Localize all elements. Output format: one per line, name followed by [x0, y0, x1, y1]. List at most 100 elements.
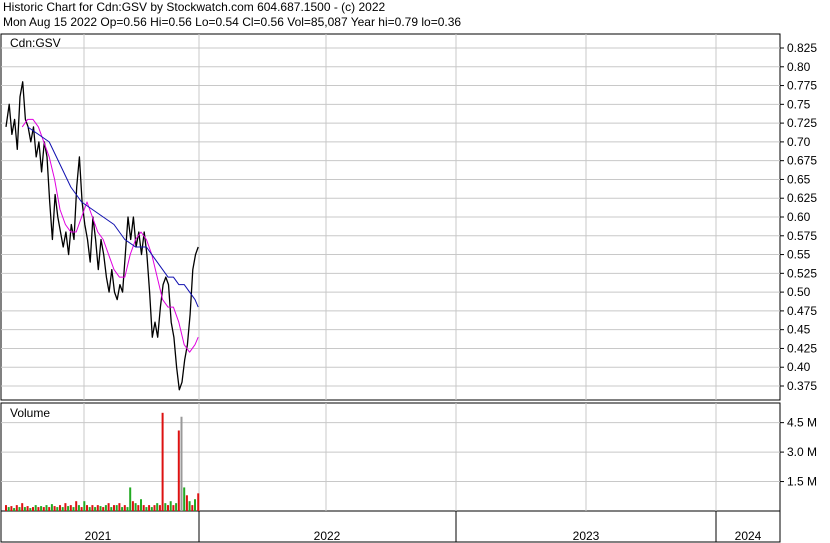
volume-bar	[167, 505, 169, 511]
volume-bar	[197, 493, 200, 511]
volume-bar	[64, 503, 67, 511]
volume-bar	[172, 505, 175, 511]
volume-bar	[185, 495, 188, 511]
price-tick-label: 0.50	[787, 285, 811, 299]
volume-bar	[118, 503, 121, 511]
price-panel-title: Cdn:GSV	[10, 36, 61, 50]
volume-bar	[191, 505, 194, 511]
x-axis-band	[0, 510, 781, 543]
volume-bar	[131, 501, 134, 511]
volume-bar	[150, 507, 153, 511]
volume-bar	[96, 505, 99, 511]
volume-bar	[169, 501, 172, 511]
volume-bar	[18, 507, 21, 511]
volume-bar	[164, 503, 167, 511]
volume-bar	[91, 505, 94, 511]
volume-bar	[50, 504, 53, 511]
price-y-ticks: 0.825 0.80 0.775 0.75 0.725 0.70 0.675 0.65 0.62…	[780, 41, 817, 393]
volume-bar	[110, 507, 113, 511]
volume-bar	[67, 506, 70, 511]
price-tick-label: 0.65	[787, 172, 811, 186]
volume-bar	[129, 487, 132, 511]
volume-bar	[134, 503, 137, 511]
year-label: 2021	[85, 529, 112, 543]
price-tick-label: 0.45	[787, 323, 811, 337]
volume-bar	[13, 508, 16, 511]
volume-bar	[145, 507, 148, 511]
volume-panel	[0, 402, 781, 512]
volume-bar	[56, 507, 59, 511]
volume-bar	[180, 416, 183, 511]
volume-panel-title: Volume	[10, 406, 50, 420]
volume-bar	[83, 501, 86, 511]
volume-bar	[86, 505, 88, 511]
volume-bar	[148, 505, 151, 511]
price-tick-label: 0.80	[787, 60, 811, 74]
volume-bar	[40, 506, 43, 511]
volume-bar	[37, 507, 40, 511]
price-tick-label: 0.775	[787, 79, 817, 93]
volume-bar	[175, 503, 178, 511]
volume-bar	[113, 505, 115, 511]
volume-bar	[194, 499, 196, 511]
volume-bar	[142, 505, 145, 511]
volume-bar	[88, 507, 91, 511]
volume-bar	[140, 499, 142, 511]
volume-bar	[26, 506, 29, 511]
volume-bar	[21, 503, 24, 511]
volume-bar	[15, 505, 18, 511]
price-tick-label: 0.625	[787, 191, 817, 205]
volume-y-ticks: 4.5 M 3.0 M 1.5 M	[780, 416, 817, 489]
price-tick-label: 0.375	[787, 379, 817, 393]
price-tick-label: 0.60	[787, 210, 811, 224]
volume-bar	[115, 505, 118, 511]
year-label: 2022	[314, 529, 341, 543]
price-tick-label: 0.75	[787, 97, 811, 111]
volume-bar	[126, 507, 129, 511]
volume-bar	[99, 506, 102, 511]
volume-bar	[77, 505, 80, 511]
price-tick-label: 0.675	[787, 154, 817, 168]
price-tick-label: 0.40	[787, 360, 811, 374]
volume-bar	[32, 507, 34, 511]
price-tick-label: 0.725	[787, 116, 817, 130]
volume-tick-label: 1.5 M	[787, 475, 817, 489]
year-label: 2023	[573, 529, 600, 543]
price-tick-label: 0.475	[787, 304, 817, 318]
volume-bar	[94, 507, 97, 511]
volume-bar	[153, 505, 156, 511]
volume-bar	[10, 506, 13, 511]
volume-bar	[158, 505, 161, 511]
price-tick-label: 0.825	[787, 41, 817, 55]
volume-bar	[23, 507, 26, 511]
volume-bar	[107, 503, 110, 511]
volume-bar	[29, 508, 32, 511]
volume-bar	[75, 501, 78, 511]
volume-bar	[80, 507, 83, 511]
volume-bar	[183, 487, 186, 511]
volume-bar	[34, 505, 37, 511]
price-tick-label: 0.425	[787, 341, 817, 355]
volume-bar	[5, 505, 7, 511]
year-label: 2024	[735, 529, 762, 543]
volume-bar	[156, 503, 159, 511]
volume-bar	[53, 506, 56, 511]
volume-bar	[72, 507, 75, 511]
stock-chart: Cdn:GSV Volume 0.8250.800.7750.750.7250.…	[0, 33, 817, 543]
volume-bar	[102, 507, 105, 511]
volume-bar	[121, 507, 124, 511]
volume-bar	[123, 505, 126, 511]
volume-bar	[59, 505, 61, 511]
volume-bar	[61, 507, 64, 511]
price-tick-label: 0.575	[787, 229, 817, 243]
price-tick-label: 0.70	[787, 135, 811, 149]
volume-bar	[137, 505, 140, 511]
volume-bar	[177, 430, 180, 511]
volume-bar	[7, 507, 10, 511]
volume-bar	[104, 505, 107, 511]
volume-bar	[42, 507, 45, 511]
volume-bar	[188, 501, 191, 511]
volume-tick-label: 3.0 M	[787, 445, 817, 459]
volume-bar	[45, 505, 48, 511]
price-tick-label: 0.525	[787, 266, 817, 280]
